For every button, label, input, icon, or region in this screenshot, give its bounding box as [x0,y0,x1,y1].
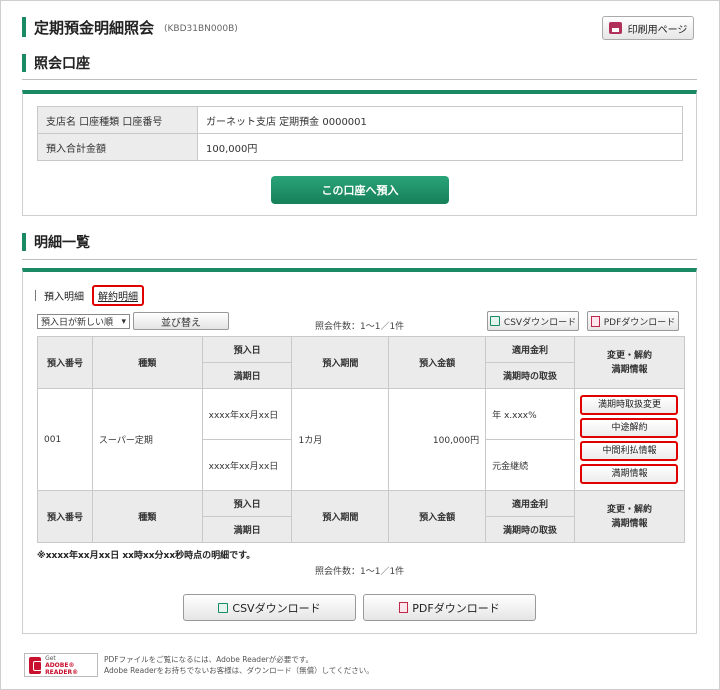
csv-download-label: CSVダウンロード [232,601,321,615]
result-count-top: 照会件数：1～1／1件 [315,322,405,332]
title-accent-bar [22,17,26,37]
tab-deposit-details[interactable]: 預入明細 [44,288,84,303]
account-section-header: 照会口座 [22,53,90,73]
printer-icon [608,22,622,34]
sort-order-select[interactable]: 預入日が新しい順 ▾ [37,314,130,329]
total-label: 預入合計金額 [37,133,198,161]
header-change-line2: 満期情報 [611,364,648,375]
row-type: スーパー定期 [91,388,203,491]
header-amount: 預入金額 [388,336,487,389]
section-accent-bar [22,54,26,72]
detail-section-title: 明細一覧 [34,235,90,251]
csv-icon [218,602,229,613]
row-deposit-date: xxxx年xx月xx日 [201,388,293,440]
adobe-note-line1: PDFファイルをご覧になるには、Adobe Readerが必要です。 [104,655,314,664]
row-period: 1カ月 [291,388,390,491]
total-row: 預入合計金額 100,000円 [37,133,683,161]
tab-cancellation-details[interactable]: 解約明細 [92,285,144,306]
header-maturity-handling: 満期時の取扱 [485,362,575,389]
account-value: ガーネット支店 定期預金 0000001 [197,106,683,134]
pdf-download-button-small[interactable]: PDFダウンロード [587,311,679,331]
header-number: 預入番号 [37,336,93,389]
table-row: 001 スーパー定期 xxxx年xx月xx日 1カ月 100,000円 年 x.… [37,388,686,491]
csv-download-button-small[interactable]: CSVダウンロード [487,311,579,331]
header-period: 預入期間 [291,336,390,389]
pdf-icon [590,315,600,327]
row-rate: 年 x.xxx% [485,388,575,440]
header-rate: 適用金利 [485,490,575,517]
adobe-reader-note: PDFファイルをご覧になるには、Adobe Readerが必要です。 Adobe… [104,654,374,676]
header-rate: 適用金利 [485,336,575,363]
header-change: 変更・解約 満期情報 [573,490,686,543]
detail-tabs: 預入明細 解約明細 [35,285,144,306]
header-maturity-date: 満期日 [201,362,293,389]
adobe-badge-text: Get ADOBE® READER® [45,655,97,676]
header-change-line1: 変更・解約 [606,350,652,361]
csv-download-button[interactable]: CSVダウンロード [183,594,356,621]
header-maturity-handling: 満期時の取扱 [485,516,575,543]
page-title: 定期預金明細照会 [34,18,155,37]
csv-icon [489,316,500,326]
detail-section-header: 明細一覧 [22,232,90,252]
sort-order-value: 預入日が新しい順 [41,318,114,328]
account-row: 支店名 口座種類 口座番号 ガーネット支店 定期預金 0000001 [37,106,683,134]
section-divider [22,259,697,260]
header-deposit-date: 預入日 [201,490,293,517]
section-divider [22,79,697,80]
result-count-bottom: 照会件数：1～1／1件 [315,567,405,577]
header-maturity-date: 満期日 [201,516,293,543]
deposit-detail-table: 預入番号 種類 預入日 預入期間 預入金額 適用金利 変更・解約 満期情報 満期… [37,336,686,543]
dropdown-arrow-icon: ▾ [121,316,126,327]
deposit-to-account-button[interactable]: この口座へ預入 [271,176,449,204]
account-section-title: 照会口座 [34,56,90,72]
csv-download-label: CSVダウンロード [503,317,577,328]
adobe-note-line2: Adobe Readerをお持ちでないお客様は、ダウンロード（無償）してください… [104,666,374,675]
print-page-label: 印刷用ページ [627,24,688,36]
table-footer-header-row: 預入番号 種類 預入日 預入期間 預入金額 適用金利 変更・解約 満期情報 [37,490,686,543]
row-actions: 満期時取扱変更 中途解約 中間利払情報 満期情報 [573,388,686,491]
header-change-line1: 変更・解約 [606,504,652,515]
header-deposit-date: 預入日 [201,336,293,363]
row-maturity-handling: 元金継続 [485,439,575,491]
account-label: 支店名 口座種類 口座番号 [37,106,198,134]
header-type: 種類 [91,336,203,389]
header-change: 変更・解約 満期情報 [573,336,686,389]
adobe-badge-line2: ADOBE® READER® [45,661,79,676]
row-maturity-date: xxxx年xx月xx日 [201,439,293,491]
header-period: 預入期間 [291,490,390,543]
maturity-info-button[interactable]: 満期情報 [580,464,679,484]
detail-panel: 預入明細 解約明細 預入日が新しい順 ▾ 並び替え 照会件数：1～1／1件 CS… [22,268,697,634]
get-adobe-reader-badge[interactable]: Get ADOBE® READER® [24,653,98,677]
section-accent-bar [22,233,26,251]
change-maturity-handling-button[interactable]: 満期時取扱変更 [580,395,679,415]
pdf-icon [399,602,409,613]
row-amount: 100,000円 [388,388,487,491]
row-number: 001 [37,388,93,491]
header-amount: 預入金額 [388,490,487,543]
tab-separator [35,290,36,301]
header-type: 種類 [91,490,203,543]
account-table: 支店名 口座種類 口座番号 ガーネット支店 定期預金 0000001 預入合計金… [37,106,683,161]
early-cancellation-button[interactable]: 中途解約 [580,418,679,438]
table-header-row: 預入番号 種類 預入日 預入期間 預入金額 適用金利 変更・解約 満期情報 [37,336,686,389]
header-number: 預入番号 [37,490,93,543]
page-code: (KBD31BN000B) [164,24,238,34]
timestamp-note: ※xxxx年xx月xx日 xx時xx分xx秒時点の明細です。 [37,551,256,561]
interim-interest-button[interactable]: 中間利払情報 [580,441,679,461]
pdf-download-label: PDFダウンロード [412,601,500,615]
print-page-button[interactable]: 印刷用ページ [602,16,694,40]
page-title-bar: 定期預金明細照会 (KBD31BN000B) [22,16,238,38]
sort-button[interactable]: 並び替え [133,312,229,330]
adobe-badge-line1: Get [45,654,56,662]
adobe-reader-logo-icon [29,656,43,674]
account-panel: 支店名 口座種類 口座番号 ガーネット支店 定期預金 0000001 預入合計金… [22,90,697,216]
pdf-download-label: PDFダウンロード [603,317,676,328]
header-change-line2: 満期情報 [611,518,648,529]
total-value: 100,000円 [197,133,683,161]
pdf-download-button[interactable]: PDFダウンロード [363,594,536,621]
